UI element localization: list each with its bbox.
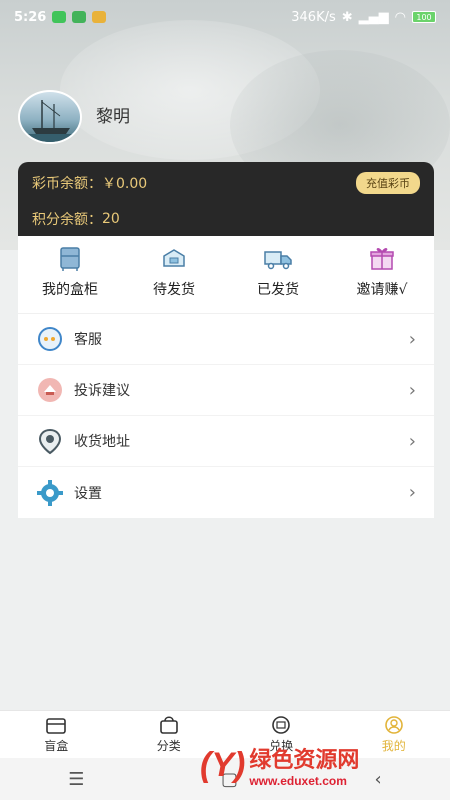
mail-icon xyxy=(92,11,107,23)
exchange-icon xyxy=(269,715,293,735)
order-shortcuts: 我的盒柜 待发货 已发货 邀请赚√ xyxy=(18,236,434,314)
menu-item-feedback[interactable]: 投诉建议 › xyxy=(18,365,434,416)
balance-card: 彩币余额： ￥0.00 充值彩币 积分余额： 20 xyxy=(18,162,434,240)
menu-label: 收货地址 xyxy=(74,434,130,450)
menu-nav-icon[interactable]: ☰ xyxy=(68,769,84,790)
coin-balance-row: 彩币余额： ￥0.00 充值彩币 xyxy=(32,172,420,194)
quick-label: 待发货 xyxy=(153,282,195,298)
coin-balance-label: 彩币余额： xyxy=(32,176,102,192)
wechat-icon xyxy=(52,11,67,23)
username: 黎明 xyxy=(96,107,130,127)
tab-label: 盲盒 xyxy=(44,739,69,753)
app-notification-icon xyxy=(72,11,87,23)
tab-blind-box[interactable]: 盲盒 xyxy=(0,711,113,758)
main-panel: 我的盒柜 待发货 已发货 邀请赚√ 客服 › 投诉建议 › 收货地址 › 设置 … xyxy=(18,236,434,518)
signal-icon: ▂▄▆ xyxy=(358,9,389,25)
bluetooth-icon: ✱ xyxy=(341,9,353,25)
truck-icon xyxy=(263,243,293,273)
recharge-button[interactable]: 充值彩币 xyxy=(356,172,420,194)
blind-box-icon xyxy=(44,715,68,735)
tab-label: 分类 xyxy=(156,739,181,753)
chevron-right-icon: › xyxy=(408,430,416,452)
points-balance-row: 积分余额： 20 xyxy=(32,208,420,230)
menu-item-settings[interactable]: 设置 › xyxy=(18,467,434,518)
gear-icon xyxy=(36,479,64,507)
status-time: 5:26 xyxy=(14,9,47,25)
points-balance-value: 20 xyxy=(102,211,120,227)
menu-label: 投诉建议 xyxy=(74,383,130,399)
avatar[interactable] xyxy=(18,90,82,144)
box-pending-icon xyxy=(159,243,189,273)
feedback-icon xyxy=(36,376,64,404)
shipped-shortcut[interactable]: 已发货 xyxy=(226,236,330,313)
invite-earn-shortcut[interactable]: 邀请赚√ xyxy=(330,236,434,313)
pending-shipment-shortcut[interactable]: 待发货 xyxy=(122,236,226,313)
profile-icon xyxy=(382,715,406,735)
status-right: 346K/s ✱ ▂▄▆ ◠ 100 xyxy=(291,10,436,25)
customer-service-icon xyxy=(36,325,64,353)
category-bag-icon xyxy=(157,715,181,735)
watermark-text: 绿色资源网 www.eduxet.com xyxy=(249,742,359,788)
points-balance-label: 积分余额： xyxy=(32,212,102,228)
chevron-right-icon: › xyxy=(408,328,416,350)
menu-label: 客服 xyxy=(74,332,102,348)
status-bar: 5:26 346K/s ✱ ▂▄▆ ◠ 100 xyxy=(0,0,450,34)
wifi-icon: ◠ xyxy=(394,9,406,25)
site-watermark: (Y) 绿色资源网 www.eduxet.com xyxy=(200,735,440,795)
chevron-right-icon: › xyxy=(408,379,416,401)
cabinet-icon xyxy=(55,243,85,273)
quick-label: 我的盒柜 xyxy=(42,282,98,298)
quick-label: 已发货 xyxy=(257,282,299,298)
my-cabinet-shortcut[interactable]: 我的盒柜 xyxy=(18,236,122,313)
network-speed: 346K/s xyxy=(291,9,336,25)
menu-item-customer-service[interactable]: 客服 › xyxy=(18,314,434,365)
menu-label: 设置 xyxy=(74,485,102,502)
chevron-right-icon: › xyxy=(408,482,416,503)
location-icon xyxy=(36,427,64,455)
coin-balance-value: ￥0.00 xyxy=(102,176,148,192)
gift-icon xyxy=(367,243,397,273)
watermark-url: www.eduxet.com xyxy=(249,774,347,788)
watermark-name: 绿色资源网 xyxy=(249,747,360,772)
watermark-logo-icon: (Y) xyxy=(200,745,246,784)
battery-icon: 100 xyxy=(412,11,436,23)
quick-label: 邀请赚√ xyxy=(356,282,408,298)
menu-item-address[interactable]: 收货地址 › xyxy=(18,416,434,467)
